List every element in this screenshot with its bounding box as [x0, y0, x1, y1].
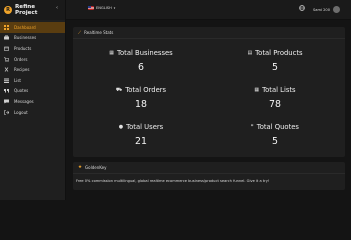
- table-icon: ▦: [254, 87, 260, 93]
- star-icon: ★: [78, 165, 83, 170]
- sidebar-item-businesses[interactable]: Businesses: [0, 33, 65, 44]
- user-name: Sami 200: [313, 7, 330, 12]
- user-menu[interactable]: Sami 200: [313, 6, 340, 13]
- sidebar-item-quotes[interactable]: Quotes: [0, 86, 65, 97]
- logout-icon: [4, 109, 9, 115]
- sidebar-item-logout[interactable]: Logout: [0, 107, 65, 118]
- sidebar-item-products[interactable]: Products: [0, 43, 65, 54]
- stat-label: Total Products: [255, 49, 303, 57]
- sidebar-item-dashboard[interactable]: Dashboard: [0, 22, 65, 33]
- stat-value: 6: [138, 62, 144, 73]
- panel-header: ★ GoldenKey: [73, 162, 345, 174]
- panel-title: GoldenKey: [85, 165, 107, 170]
- stat-value: 5: [272, 62, 278, 73]
- stat-total-quotes: ❞ Total Quotes 5: [230, 123, 320, 147]
- goldenkey-panel: ★ GoldenKey Free 0% commission multiling…: [73, 162, 345, 190]
- utensils-icon: [4, 67, 9, 72]
- brand-name: Refine Project: [15, 4, 37, 16]
- sidebar-item-label: Logout: [14, 109, 28, 115]
- panel-title: Realtime Stats: [84, 30, 114, 35]
- us-flag-icon: [88, 6, 94, 10]
- stat-value: 5: [272, 136, 278, 147]
- briefcase-icon: [4, 35, 9, 40]
- stat-label: Total Users: [126, 123, 164, 131]
- sidebar-item-recipes[interactable]: Recipes: [0, 64, 65, 75]
- stat-label: Total Orders: [125, 86, 167, 94]
- sidebar-item-label: Businesses: [14, 35, 37, 41]
- quote-icon: ❞: [251, 124, 254, 130]
- chevron-down-icon: ▾: [113, 6, 116, 10]
- sidebar-item-label: Dashboard: [14, 24, 36, 30]
- brand-line-2: Project: [15, 10, 38, 16]
- stat-value: 18: [135, 99, 147, 110]
- avatar: [332, 6, 340, 13]
- realtime-stats-panel: ⟋ Realtime Stats ▦ Total Businesses 6 ▤ …: [73, 27, 345, 157]
- products-icon: ▤: [247, 50, 253, 56]
- sidebar-item-label: Messages: [14, 98, 34, 104]
- stat-total-orders: ⛟ Total Orders 18: [96, 86, 186, 110]
- sidebar-item-list[interactable]: List: [0, 75, 65, 86]
- stat-label: Total Quotes: [256, 123, 299, 131]
- stat-label: Total Businesses: [117, 49, 173, 57]
- stat-total-products: ▤ Total Products 5: [230, 49, 320, 73]
- sidebar-nav: Dashboard Businesses Products Orders Rec…: [0, 22, 65, 117]
- sidebar: R Refine Project Dashboard Businesses Pr…: [0, 0, 66, 200]
- top-header: ‹ ENGLISH ▾ Sami 200: [56, 0, 351, 20]
- language-label: ENGLISH: [96, 6, 112, 10]
- sidebar-item-messages[interactable]: Messages: [0, 96, 65, 107]
- stat-total-lists: ▦ Total Lists 78: [230, 86, 320, 110]
- sidebar-item-label: List: [14, 77, 21, 83]
- messages-icon: [4, 99, 9, 104]
- stat-total-users: ● Total Users 21: [96, 123, 186, 147]
- quote-icon: [4, 88, 9, 93]
- cart-icon: ⛟: [115, 86, 123, 93]
- goldenkey-text: Free 0% commission multilingual, global …: [76, 179, 270, 183]
- sidebar-item-label: Quotes: [14, 88, 29, 94]
- stat-total-businesses: ▦ Total Businesses 6: [96, 49, 186, 73]
- box-icon: [4, 46, 9, 51]
- sidebar-item-label: Orders: [14, 56, 28, 62]
- user-icon: ●: [118, 124, 124, 130]
- dashboard-icon: [4, 24, 9, 30]
- panel-header: ⟋ Realtime Stats: [73, 27, 345, 39]
- trend-line-icon: ⟋: [78, 30, 82, 36]
- list-icon: [4, 78, 9, 83]
- language-selector[interactable]: ENGLISH ▾: [88, 6, 115, 10]
- sidebar-item-label: Recipes: [14, 67, 30, 73]
- sidebar-item-orders[interactable]: Orders: [0, 54, 65, 65]
- stat-value: 21: [135, 136, 147, 147]
- brand-logo-icon: R: [4, 6, 12, 14]
- building-icon: ▦: [109, 50, 114, 56]
- collapse-sidebar-chevron-icon[interactable]: ‹: [56, 5, 58, 11]
- globe-icon[interactable]: [299, 5, 305, 13]
- stat-label: Total Lists: [262, 86, 296, 94]
- sidebar-item-label: Products: [14, 45, 32, 51]
- cart-icon: [4, 56, 9, 62]
- stat-value: 78: [269, 99, 281, 110]
